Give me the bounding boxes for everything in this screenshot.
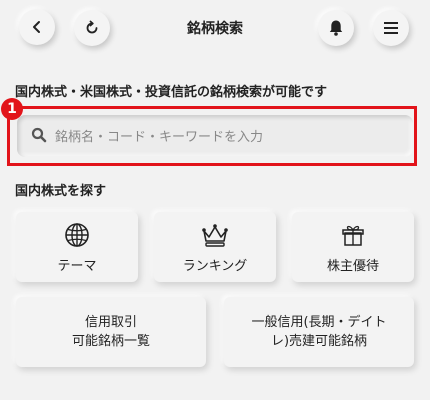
search-box[interactable]	[17, 115, 413, 159]
page-title: 銘柄検索	[187, 21, 243, 37]
hamburger-menu-icon	[384, 22, 398, 34]
tile-label: テーマ	[57, 258, 97, 274]
search-icon	[31, 127, 47, 143]
tile-ranking[interactable]: ランキング	[154, 212, 276, 282]
header-bar: 銘柄検索	[0, 0, 430, 60]
tile-shareholder-benefits[interactable]: 株主優待	[292, 212, 414, 282]
tile-label-line2: レ)売建可能銘柄	[270, 334, 368, 349]
menu-button[interactable]	[373, 10, 409, 46]
notification-button[interactable]	[318, 10, 354, 46]
tile-general-margin-short[interactable]: 一般信用(長期・デイト レ)売建可能銘柄	[224, 297, 414, 367]
crown-icon	[202, 223, 228, 247]
bell-icon	[329, 20, 343, 36]
domestic-section-label: 国内株式を探す	[15, 184, 107, 199]
globe-icon	[65, 222, 89, 247]
gift-icon	[342, 225, 364, 246]
tile-label-line1: 信用取引	[84, 315, 137, 330]
search-section-label: 国内株式・米国株式・投資信託の銘柄検索が可能です	[15, 85, 328, 100]
tile-margin-trading-list[interactable]: 信用取引 可能銘柄一覧	[16, 297, 206, 367]
tile-label-line2: 可能銘柄一覧	[71, 334, 150, 349]
tile-label: 株主優待	[326, 258, 379, 274]
tile-label: ランキング	[182, 258, 248, 274]
search-input[interactable]	[53, 115, 397, 159]
tile-theme[interactable]: テーマ	[16, 212, 138, 282]
tile-label-line1: 一般信用(長期・デイト	[251, 315, 387, 330]
